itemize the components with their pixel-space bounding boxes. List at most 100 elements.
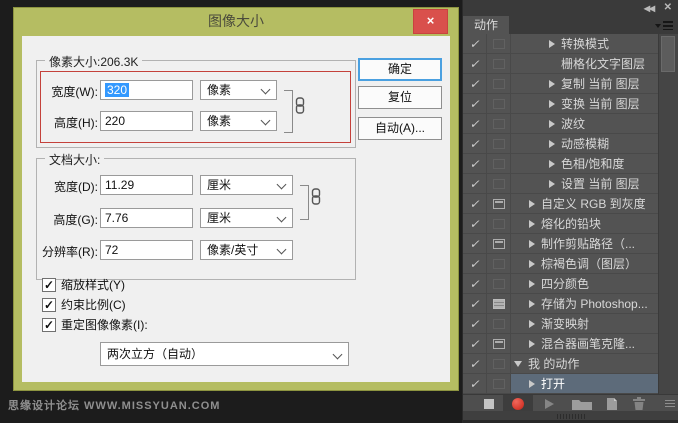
expand-arrow-icon[interactable] — [529, 379, 535, 388]
dialog-toggle[interactable] — [487, 34, 511, 53]
include-toggle[interactable]: ✓ — [463, 254, 487, 273]
stop-button[interactable] — [484, 399, 494, 409]
collapse-arrow-icon[interactable] — [514, 360, 522, 367]
doc-height-unit-select[interactable]: 厘米 — [200, 208, 293, 228]
expand-arrow-icon[interactable] — [529, 239, 535, 248]
doc-width-input[interactable]: 11.29 — [100, 175, 193, 195]
action-row[interactable]: ✓ 自定义 RGB 到灰度 — [463, 194, 658, 214]
panel-menu-icon[interactable] — [655, 21, 673, 30]
expand-arrow-icon[interactable] — [529, 279, 535, 288]
include-toggle[interactable]: ✓ — [463, 114, 487, 133]
dialog-toggle[interactable] — [487, 314, 511, 333]
drag-grip-icon[interactable] — [557, 414, 585, 419]
dialog-toggle[interactable] — [487, 114, 511, 133]
action-row[interactable]: ✓ 变换 当前 图层 — [463, 94, 658, 114]
dialog-toggle[interactable] — [487, 334, 511, 353]
expand-arrow-icon[interactable] — [549, 99, 555, 108]
play-button[interactable] — [545, 399, 554, 409]
resample-image-checkbox[interactable]: ✓ — [42, 318, 56, 332]
action-row[interactable]: ✓ 动感模糊 — [463, 134, 658, 154]
dialog-titlebar[interactable]: 图像大小 × — [14, 8, 458, 36]
pixel-height-unit-select[interactable]: 像素 — [200, 111, 277, 131]
delete-button[interactable] — [633, 397, 645, 410]
action-row[interactable]: ✓ 制作剪贴路径（... — [463, 234, 658, 254]
expand-arrow-icon[interactable] — [529, 219, 535, 228]
pixel-width-unit-select[interactable]: 像素 — [200, 80, 277, 100]
include-toggle[interactable]: ✓ — [463, 354, 487, 373]
dialog-toggle[interactable] — [487, 374, 511, 393]
expand-arrow-icon[interactable] — [549, 119, 555, 128]
auto-button[interactable]: 自动(A)... — [358, 117, 442, 140]
dialog-toggle[interactable] — [487, 134, 511, 153]
include-toggle[interactable]: ✓ — [463, 34, 487, 53]
include-toggle[interactable]: ✓ — [463, 334, 487, 353]
action-row-selected[interactable]: ✓ 打开 — [463, 374, 658, 394]
dialog-toggle[interactable] — [487, 154, 511, 173]
resolution-input[interactable]: 72 — [100, 240, 193, 260]
resample-method-select[interactable]: 两次立方（自动） — [100, 342, 349, 366]
scrollbar[interactable] — [658, 34, 678, 394]
dialog-toggle[interactable] — [487, 294, 511, 313]
doc-width-unit-select[interactable]: 厘米 — [200, 175, 293, 195]
doc-height-input[interactable]: 7.76 — [100, 208, 193, 228]
dialog-toggle[interactable] — [487, 274, 511, 293]
dialog-toggle[interactable] — [487, 174, 511, 193]
pixel-height-input[interactable]: 220 — [100, 111, 193, 131]
record-button[interactable] — [503, 395, 533, 412]
resize-grip-icon[interactable] — [665, 400, 675, 408]
action-row[interactable]: ✓ 混合器画笔克隆... — [463, 334, 658, 354]
include-toggle[interactable]: ✓ — [463, 234, 487, 253]
include-toggle[interactable]: ✓ — [463, 154, 487, 173]
expand-arrow-icon[interactable] — [529, 259, 535, 268]
constrain-proportions-checkbox[interactable]: ✓ — [42, 298, 56, 312]
dialog-toggle[interactable] — [487, 354, 511, 373]
dialog-toggle[interactable] — [487, 54, 511, 73]
include-toggle[interactable]: ✓ — [463, 314, 487, 333]
include-toggle[interactable]: ✓ — [463, 174, 487, 193]
include-toggle[interactable]: ✓ — [463, 194, 487, 213]
dialog-toggle[interactable] — [487, 74, 511, 93]
tab-actions[interactable]: 动作 — [463, 16, 509, 34]
include-toggle[interactable]: ✓ — [463, 214, 487, 233]
action-row[interactable]: ✓ 复制 当前 图层 — [463, 74, 658, 94]
action-row[interactable]: ✓ 转换模式 — [463, 34, 658, 54]
expand-arrow-icon[interactable] — [549, 139, 555, 148]
expand-arrow-icon[interactable] — [549, 39, 555, 48]
action-row[interactable]: ✓ 色相/饱和度 — [463, 154, 658, 174]
pixel-width-input[interactable]: 320 — [100, 80, 193, 100]
panel-close-icon[interactable]: ✕ — [664, 2, 672, 13]
expand-arrow-icon[interactable] — [529, 319, 535, 328]
collapse-to-icons-icon[interactable]: ◂◂ — [644, 1, 655, 15]
expand-arrow-icon[interactable] — [529, 199, 535, 208]
dialog-toggle[interactable] — [487, 194, 511, 213]
include-toggle[interactable]: ✓ — [463, 94, 487, 113]
action-row[interactable]: ✓ 熔化的铅块 — [463, 214, 658, 234]
scale-styles-checkbox[interactable]: ✓ — [42, 278, 56, 292]
include-toggle[interactable]: ✓ — [463, 274, 487, 293]
dialog-toggle[interactable] — [487, 214, 511, 233]
expand-arrow-icon[interactable] — [549, 79, 555, 88]
expand-arrow-icon[interactable] — [529, 339, 535, 348]
include-toggle[interactable]: ✓ — [463, 134, 487, 153]
dialog-toggle[interactable] — [487, 94, 511, 113]
action-row[interactable]: ✓ 渐变映射 — [463, 314, 658, 334]
reset-button[interactable]: 复位 — [358, 86, 442, 109]
new-action-button[interactable] — [606, 397, 618, 411]
ok-button[interactable]: 确定 — [358, 58, 442, 81]
expand-arrow-icon[interactable] — [549, 159, 555, 168]
expand-arrow-icon[interactable] — [549, 179, 555, 188]
action-row[interactable]: ✓ 存储为 Photoshop... — [463, 294, 658, 314]
close-button[interactable]: × — [413, 9, 448, 34]
include-toggle[interactable]: ✓ — [463, 374, 487, 393]
include-toggle[interactable]: ✓ — [463, 294, 487, 313]
scrollbar-thumb[interactable] — [661, 36, 675, 72]
new-set-button[interactable] — [571, 398, 593, 410]
action-set-row[interactable]: ✓ 我 的动作 — [463, 354, 658, 374]
dialog-toggle[interactable] — [487, 254, 511, 273]
dialog-toggle[interactable] — [487, 234, 511, 253]
action-row[interactable]: ✓ 波纹 — [463, 114, 658, 134]
action-row[interactable]: ✓ 棕褐色调（图层） — [463, 254, 658, 274]
include-toggle[interactable]: ✓ — [463, 54, 487, 73]
action-row[interactable]: ✓ 设置 当前 图层 — [463, 174, 658, 194]
action-row[interactable]: ✓ 四分颜色 — [463, 274, 658, 294]
